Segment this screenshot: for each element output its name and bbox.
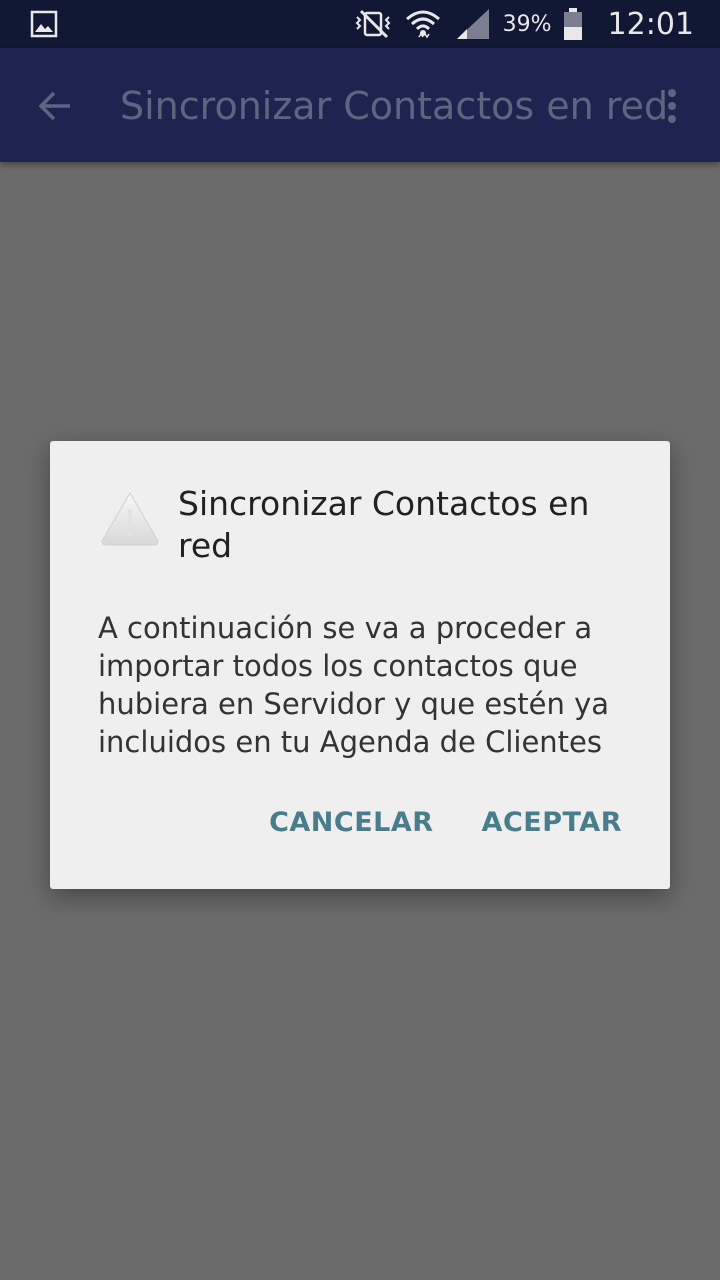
accept-button[interactable]: ACEPTAR [482,807,622,838]
status-bar: 39% 12:01 [0,0,720,48]
vibrate-mute-icon [355,9,391,39]
back-arrow-icon[interactable] [36,86,76,126]
screen: 39% 12:01 Sincronizar Contactos en red S… [0,0,720,1280]
status-icons: 39% 12:01 [353,0,694,48]
battery-percent: 39% [502,11,552,37]
app-bar: Sincronizar Contactos en red [0,48,720,162]
clock: 12:01 [607,6,694,42]
battery-icon [563,8,582,40]
cancel-button[interactable]: CANCELAR [269,807,433,838]
page-title: Sincronizar Contactos en red [120,84,669,128]
dialog-buttons: CANCELAR ACEPTAR [269,807,622,838]
sync-dialog: Sincronizar Contactos en red A continuac… [50,441,670,889]
overflow-menu-icon[interactable] [660,86,684,126]
dialog-message: A continuación se va a proceder a import… [98,611,610,759]
wifi-icon [405,10,440,39]
gallery-icon [30,10,58,38]
warning-icon [101,492,159,546]
dialog-title: Sincronizar Contactos en red [178,484,590,565]
signal-icon [456,9,489,39]
